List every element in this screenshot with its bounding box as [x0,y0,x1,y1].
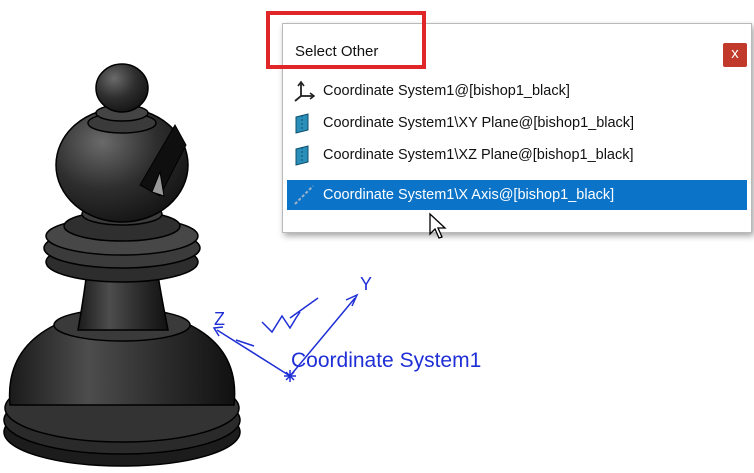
close-button[interactable]: x [723,43,747,67]
plane-icon [295,145,309,166]
coordinate-system-icon [294,80,315,102]
title-highlight-box [266,11,426,69]
plane-icon [295,113,309,134]
coordinate-system-label[interactable]: Coordinate System1 [291,349,481,372]
list-item[interactable]: Coordinate System1@[bishop1_black] [287,76,747,106]
list-item-selected[interactable]: Coordinate System1\X Axis@[bishop1_black… [287,180,747,210]
y-axis-arrowhead [345,293,359,307]
list-item-label: Coordinate System1\XZ Plane@[bishop1_bla… [323,147,634,163]
mouse-pointer-icon [429,212,447,239]
bishop-model[interactable] [3,63,241,467]
axis-icon [294,185,314,205]
list-item[interactable]: Coordinate System1\XY Plane@[bishop1_bla… [287,108,747,138]
list-item[interactable]: Coordinate System1\XZ Plane@[bishop1_bla… [287,140,747,170]
list-item-label: Coordinate System1\XY Plane@[bishop1_bla… [323,115,635,131]
y-axis-label: Y [360,274,372,294]
xz-plane-glyph [289,297,319,319]
z-axis-label: Z [214,309,225,329]
list-item-label: Coordinate System1@[bishop1_black] [323,83,570,99]
list-item-label: Coordinate System1\X Axis@[bishop1_black… [323,187,615,203]
